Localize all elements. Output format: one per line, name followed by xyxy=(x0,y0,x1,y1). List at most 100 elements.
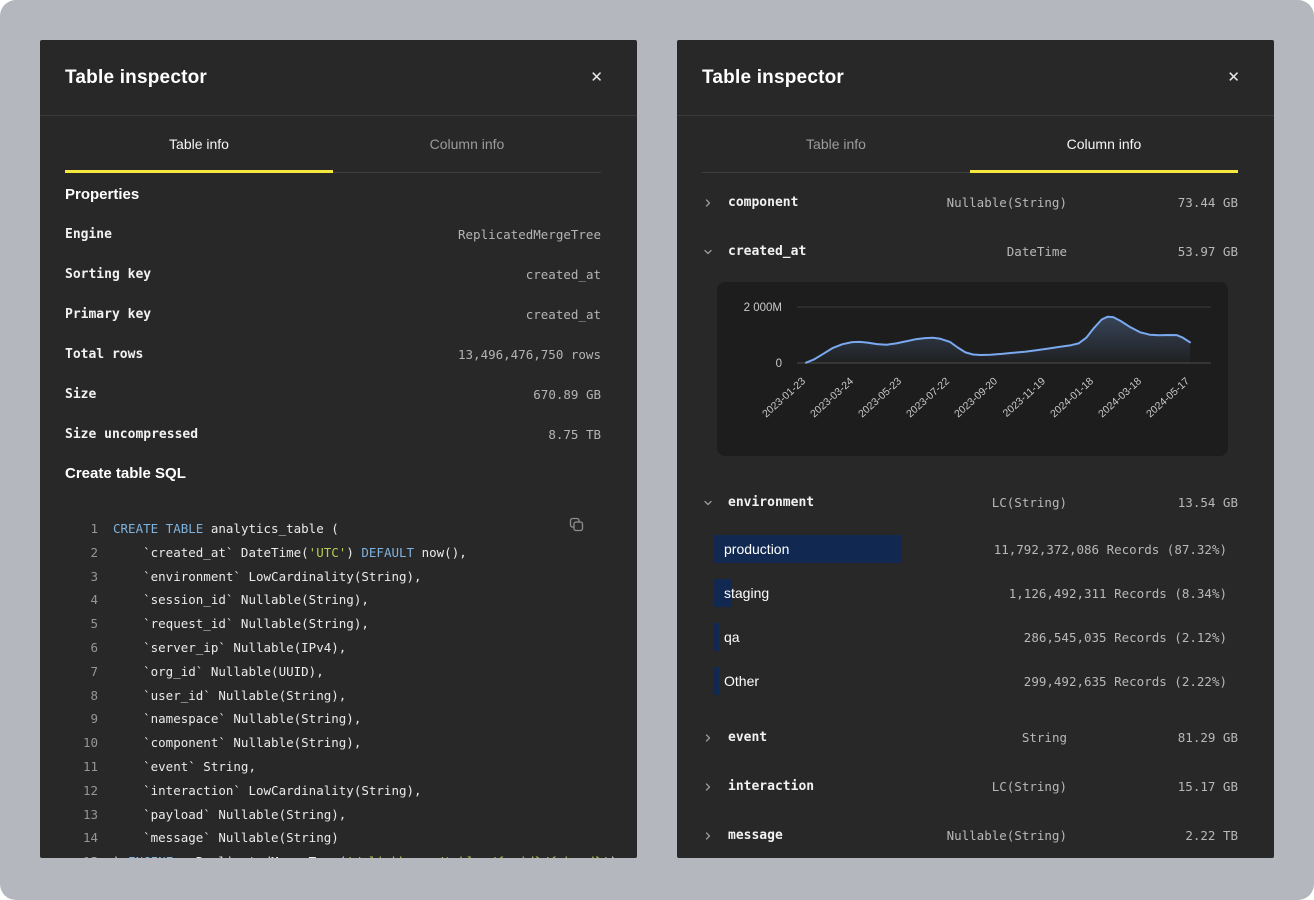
sql-code-text: `user_id` Nullable(String), xyxy=(113,684,346,708)
column-size: 53.97 GB xyxy=(1067,244,1238,259)
histogram-row: Other299,492,635 Records (2.22%) xyxy=(714,659,1227,703)
table-inspector-modal-table-info: Table inspector ✕ Table info Column info… xyxy=(40,40,637,858)
histogram-record-count: 1,126,492,311 Records (8.34%) xyxy=(1009,586,1227,601)
property-label: Total rows xyxy=(65,347,143,362)
sql-code-text: `component` Nullable(String), xyxy=(113,731,361,755)
line-number: 6 xyxy=(65,636,98,660)
column-name: message xyxy=(728,828,947,843)
column-row-environment[interactable]: environmentLC(String)13.54 GB xyxy=(702,478,1238,527)
property-value: 8.75 TB xyxy=(548,427,601,442)
line-number: 2 xyxy=(65,541,98,565)
line-number: 10 xyxy=(65,731,98,755)
close-icon[interactable]: ✕ xyxy=(1223,66,1244,89)
svg-text:2024-01-18: 2024-01-18 xyxy=(1048,375,1096,420)
sql-code-text: `payload` Nullable(String), xyxy=(113,803,346,827)
line-number: 1 xyxy=(65,517,98,541)
sql-code-text: `event` String, xyxy=(113,755,256,779)
column-type: Nullable(String) xyxy=(947,828,1067,843)
line-number: 7 xyxy=(65,660,98,684)
column-row-interaction[interactable]: interactionLC(String)15.17 GB xyxy=(702,762,1238,811)
svg-text:2023-05-23: 2023-05-23 xyxy=(856,375,904,420)
svg-text:2024-05-17: 2024-05-17 xyxy=(1144,375,1192,420)
sql-code-text: `environment` LowCardinality(String), xyxy=(113,565,422,589)
sql-code-text: `org_id` Nullable(UUID), xyxy=(113,660,324,684)
tabs-bar: Table info Column info xyxy=(65,116,601,173)
line-number: 13 xyxy=(65,803,98,827)
sql-line: 2 `created_at` DateTime('UTC') DEFAULT n… xyxy=(65,541,601,565)
table-inspector-modal-column-info: Table inspector ✕ Table info Column info… xyxy=(677,40,1274,858)
sql-lines: 1CREATE TABLE analytics_table (2 `create… xyxy=(65,517,601,858)
modal-title: Table inspector xyxy=(702,67,844,89)
sql-line: 3 `environment` LowCardinality(String), xyxy=(65,565,601,589)
histogram-value-label: qa xyxy=(714,629,740,645)
line-number: 14 xyxy=(65,826,98,850)
sql-code-text: `created_at` DateTime('UTC') DEFAULT now… xyxy=(113,541,467,565)
close-icon[interactable]: ✕ xyxy=(586,66,607,89)
property-value: ReplicatedMergeTree xyxy=(458,227,601,242)
histogram-record-count: 299,492,635 Records (2.22%) xyxy=(1024,674,1227,689)
property-value: 670.89 GB xyxy=(533,387,601,402)
column-name: environment xyxy=(728,495,992,510)
sql-code-text: ) ENGINE = ReplicatedMergeTree('/clickho… xyxy=(113,850,617,858)
sql-line: 14 `message` Nullable(String) xyxy=(65,826,601,850)
column-size: 81.29 GB xyxy=(1067,730,1238,745)
property-value: 13,496,476,750 rows xyxy=(458,347,601,362)
column-name: event xyxy=(728,730,1022,745)
svg-text:2023-11-19: 2023-11-19 xyxy=(1001,375,1048,419)
copy-icon[interactable] xyxy=(569,517,584,535)
modal-title: Table inspector xyxy=(65,67,207,89)
tab-table-info[interactable]: Table info xyxy=(65,116,333,173)
sql-line: 10 `component` Nullable(String), xyxy=(65,731,601,755)
histogram-row: production11,792,372,086 Records (87.32%… xyxy=(714,527,1227,571)
svg-text:0: 0 xyxy=(776,358,782,370)
modal-header: Table inspector ✕ xyxy=(40,40,637,116)
tab-table-info[interactable]: Table info xyxy=(702,116,970,173)
property-row: Primary keycreated_at xyxy=(65,294,601,334)
create-table-sql-heading: Create table SQL xyxy=(65,464,601,483)
tab-column-info[interactable]: Column info xyxy=(333,116,601,173)
sql-line: 5 `request_id` Nullable(String), xyxy=(65,612,601,636)
chevron-right-icon[interactable] xyxy=(702,781,728,793)
column-row-event[interactable]: eventString81.29 GB xyxy=(702,713,1238,762)
property-label: Sorting key xyxy=(65,267,151,282)
property-label: Engine xyxy=(65,227,112,242)
property-row: Size670.89 GB xyxy=(65,374,601,414)
sql-line: 1 CREATE TABLE analytics_table ( xyxy=(65,517,601,541)
column-size: 73.44 GB xyxy=(1067,195,1238,210)
created-at-distribution-chart: 2 000M02023-01-232023-03-242023-05-23202… xyxy=(717,282,1228,456)
column-size: 13.54 GB xyxy=(1067,495,1238,510)
properties-heading: Properties xyxy=(65,185,601,204)
modal-header: Table inspector ✕ xyxy=(677,40,1274,116)
sql-line: 6 `server_ip` Nullable(IPv4), xyxy=(65,636,601,660)
sql-line: 13 `payload` Nullable(String), xyxy=(65,803,601,827)
column-type: LC(String) xyxy=(992,779,1067,794)
chevron-down-icon[interactable] xyxy=(702,246,728,258)
svg-text:2023-01-23: 2023-01-23 xyxy=(760,375,808,420)
sql-code-text: `server_ip` Nullable(IPv4), xyxy=(113,636,346,660)
line-number: 8 xyxy=(65,684,98,708)
line-number: 5 xyxy=(65,612,98,636)
column-row-message[interactable]: messageNullable(String)2.22 TB xyxy=(702,811,1238,858)
sql-code-text: `interaction` LowCardinality(String), xyxy=(113,779,422,803)
chevron-down-icon[interactable] xyxy=(702,497,728,509)
column-row-component[interactable]: componentNullable(String)73.44 GB xyxy=(702,178,1238,227)
column-type: LC(String) xyxy=(992,495,1067,510)
column-type: DateTime xyxy=(1007,244,1067,259)
line-number: 4 xyxy=(65,588,98,612)
chevron-right-icon[interactable] xyxy=(702,732,728,744)
sql-line: 12 `interaction` LowCardinality(String), xyxy=(65,779,601,803)
property-row: Total rows 13,496,476,750 rows xyxy=(65,334,601,374)
tabs-bar: Table info Column info xyxy=(702,116,1238,173)
chevron-right-icon[interactable] xyxy=(702,197,728,209)
column-name: created_at xyxy=(728,244,1007,259)
histogram-value-label: production xyxy=(714,541,789,557)
column-name: component xyxy=(728,195,947,210)
sql-line: 15) ENGINE = ReplicatedMergeTree('/click… xyxy=(65,850,601,858)
sql-code-text: `session_id` Nullable(String), xyxy=(113,588,369,612)
sql-code-text: CREATE TABLE analytics_table ( xyxy=(113,517,339,541)
column-row-created_at[interactable]: created_atDateTime53.97 GB xyxy=(702,227,1238,276)
tab-column-info[interactable]: Column info xyxy=(970,116,1238,173)
histogram-record-count: 286,545,035 Records (2.12%) xyxy=(1024,630,1227,645)
chevron-right-icon[interactable] xyxy=(702,830,728,842)
line-number: 15 xyxy=(65,850,98,858)
